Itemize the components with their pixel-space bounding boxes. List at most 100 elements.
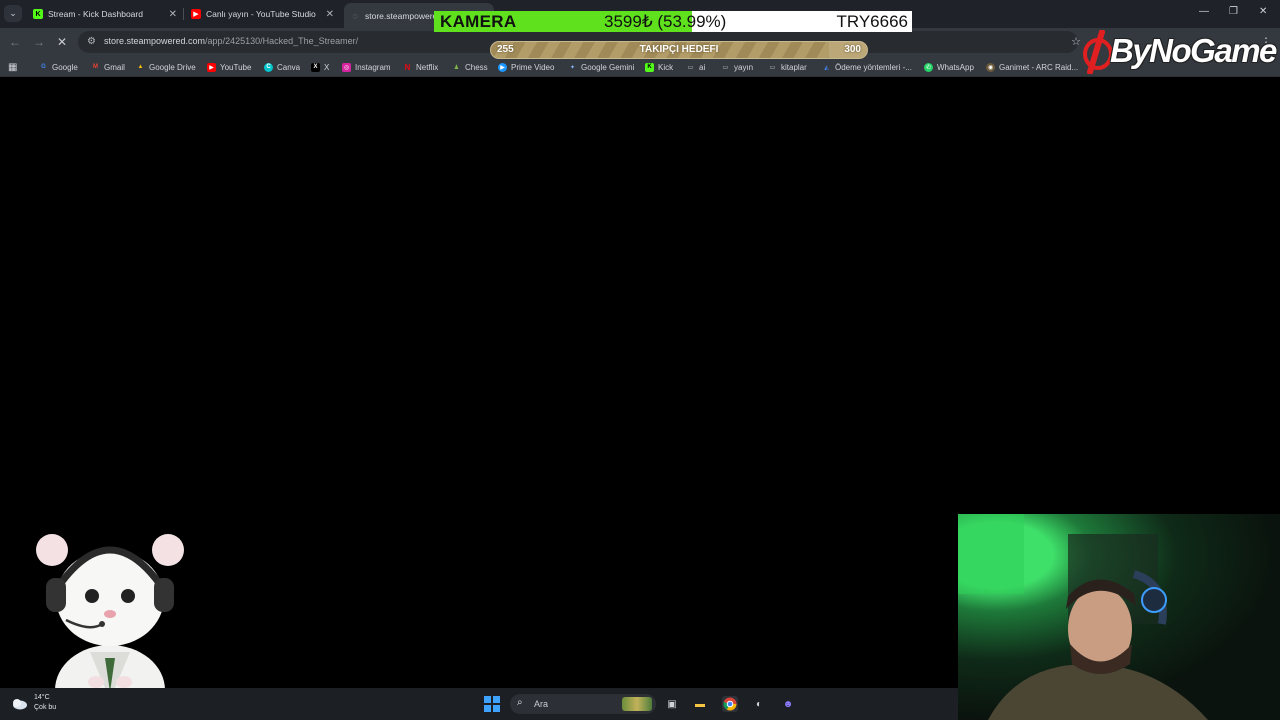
bookmark-google-drive[interactable]: ▲ Google Drive [136, 61, 196, 73]
x-icon: X [311, 62, 320, 72]
bookmark-folder-yayin[interactable]: ▭ yayın [721, 61, 753, 73]
close-icon[interactable]: ✕ [169, 9, 177, 20]
search-icon: ⌕ [517, 697, 523, 708]
folder-icon: ▭ [722, 64, 729, 71]
bookmark-label: WhatsApp [937, 62, 974, 72]
drive-icon: ▲ [137, 64, 144, 70]
chrome-icon[interactable] [722, 696, 738, 712]
kamera-label: KAMERA [440, 12, 517, 31]
close-icon[interactable]: ✕ [326, 9, 334, 20]
weather-description[interactable]: Çok bu [34, 704, 56, 711]
bookmark-odeme-yontemleri[interactable]: ◭ Ödeme yöntemleri -... [822, 61, 912, 73]
bookmark-folder-kitaplar[interactable]: ▭ kitaplar [768, 61, 807, 73]
bookmark-canva[interactable]: C Canva [264, 61, 300, 73]
bookmark-google[interactable]: G Google [39, 61, 78, 73]
file-explorer-icon[interactable]: ▬ [692, 696, 708, 712]
bookmark-chess[interactable]: ♟ Chess [452, 61, 488, 73]
bookmark-instagram[interactable]: ◎ Instagram [342, 61, 391, 73]
bookmark-label: Gmail [104, 62, 125, 72]
kamera-amount: 3599₺ (53.99%) [604, 12, 727, 31]
tab-search-button[interactable]: ⌄ [4, 5, 22, 22]
bookmark-google-gemini[interactable]: ✦ Google Gemini [568, 61, 634, 73]
loading-icon: ◌ [352, 10, 358, 21]
kick-icon: K [645, 62, 654, 72]
site-info-icon[interactable]: ⚙ [87, 36, 96, 47]
bookmark-ganimet-arc-raiders[interactable]: ◉ Ganimet - ARC Raid... [986, 61, 1078, 73]
netflix-icon: N [404, 62, 411, 72]
prime-video-icon: ▶ [498, 62, 507, 72]
weather-temperature[interactable]: 14°C [34, 694, 50, 701]
bookmark-kick[interactable]: K Kick [645, 61, 673, 73]
bookmark-label: Kick [658, 62, 674, 72]
follower-goal: 255 TAKIPÇI HEDEFI 300 [490, 41, 868, 59]
back-icon[interactable]: ← [9, 35, 21, 49]
bookmark-label: Netflix [416, 62, 439, 72]
instagram-icon: ◎ [342, 62, 351, 72]
address-url[interactable]: store.steampowered.com/app/2425130/Hacke… [104, 36, 358, 46]
apps-grid-icon[interactable]: ▦ [8, 61, 17, 73]
address-host: store.steampowered.com [104, 36, 206, 46]
chess-icon: ♟ [453, 64, 460, 71]
bookmark-label: Instagram [355, 62, 391, 72]
logo-text: ByNoGame [1110, 32, 1277, 69]
bookmark-netflix[interactable]: N Netflix [403, 61, 439, 73]
windows-start-icon[interactable] [484, 696, 500, 712]
chevron-down-icon: ⌄ [9, 8, 17, 18]
bookmark-label: Canva [277, 62, 301, 72]
youtube-icon: ▶ [191, 9, 201, 19]
bookmark-label: Ganimet - ARC Raid... [999, 62, 1079, 72]
payment-icon: ◭ [824, 64, 829, 71]
bookmark-label: YouTube [220, 62, 252, 72]
search-placeholder: Ara [534, 699, 549, 709]
whatsapp-icon: ✆ [924, 62, 933, 72]
discord-icon[interactable]: ☻ [780, 696, 796, 712]
taskbar-search[interactable]: ⌕ Ara [510, 694, 656, 714]
stop-loading-icon[interactable]: ✕ [57, 35, 67, 49]
bynogame-logo: ByNoGame [1078, 30, 1277, 74]
bookmark-label: Google [52, 62, 78, 72]
bookmark-label: kitaplar [781, 62, 807, 72]
kamera-target: TRY6666 [836, 12, 908, 31]
bookmark-label: ai [699, 62, 706, 72]
tab-title: Stream - Kick Dashboard [48, 9, 143, 19]
bookmark-youtube[interactable]: ▶ YouTube [207, 61, 251, 73]
close-window-icon[interactable]: ✕ [1259, 6, 1267, 17]
bookmark-gmail[interactable]: M Gmail [91, 61, 125, 73]
forward-icon[interactable]: → [33, 35, 45, 49]
tab-kick-dashboard[interactable]: K Stream - Kick Dashboard ✕ [33, 4, 177, 24]
bookmark-folder-ai[interactable]: ▭ ai [686, 61, 706, 73]
youtube-icon: ▶ [207, 62, 216, 72]
bookmark-prime-video[interactable]: ▶ Prime Video [498, 61, 554, 73]
bookmark-label: Google Drive [149, 62, 196, 72]
streamer-camera-image [958, 514, 1208, 720]
kick-icon: K [33, 9, 43, 19]
canva-icon: C [264, 62, 273, 72]
tab-youtube-studio[interactable]: ▶ Canlı yayın - YouTube Studio ✕ [191, 4, 334, 24]
gmail-icon: M [93, 64, 98, 70]
gemini-icon: ✦ [569, 64, 576, 71]
minimize-icon[interactable]: — [1199, 6, 1209, 17]
bookmark-label: Chess [465, 62, 488, 72]
tab-title: store.steampowered [365, 10, 443, 21]
restore-icon[interactable]: ❐ [1229, 6, 1238, 17]
task-view-icon[interactable]: ▣ [664, 696, 680, 712]
tab-divider [183, 8, 184, 20]
kamera-donation-goal: KAMERA 3599₺ (53.99%) TRY6666 [434, 11, 912, 32]
obs-icon[interactable]: ◐ [751, 696, 767, 712]
folder-icon: ▭ [769, 64, 776, 71]
bookmark-label: Google Gemini [581, 62, 635, 72]
webcam-feed [958, 514, 1280, 720]
windows-taskbar: 14°C Çok bu ⌕ Ara ▣ ▬ ◐ ☻ [0, 688, 958, 720]
bookmark-label: X [324, 62, 330, 72]
google-icon: G [41, 64, 46, 70]
arc-raiders-icon: ◉ [986, 62, 995, 72]
goal-end-value: 300 [844, 44, 861, 55]
bookmark-label: yayın [734, 62, 754, 72]
address-path: /app/2425130/Hacked_The_Streamer/ [205, 36, 359, 46]
search-highlight-image [622, 697, 652, 711]
bookmark-label: Ödeme yöntemleri -... [835, 62, 912, 72]
goal-title: TAKIPÇI HEDEFI [639, 44, 719, 55]
weather-cloud-icon[interactable] [10, 696, 28, 710]
bookmark-whatsapp[interactable]: ✆ WhatsApp [924, 61, 974, 73]
bookmark-x[interactable]: XX [311, 61, 329, 73]
